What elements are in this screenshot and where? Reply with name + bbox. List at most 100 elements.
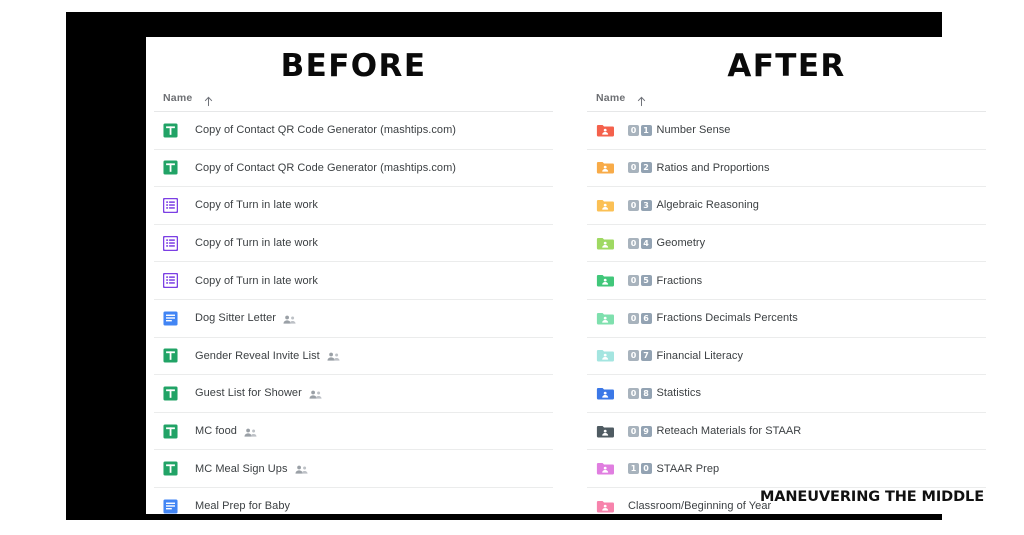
- google-sheets-icon: [163, 348, 178, 363]
- table-row[interactable]: Copy of Turn in late work: [154, 225, 553, 263]
- keycap-digit-icon: 2: [640, 162, 652, 174]
- file-name-label: Copy of Contact QR Code Generator (masht…: [195, 124, 457, 137]
- file-name-cell: Copy of Turn in late work: [195, 237, 318, 249]
- folder-name-cell: 0 3 Algebraic Reasoning: [628, 199, 759, 211]
- shared-people-icon: [283, 315, 296, 324]
- sort-ascending-arrow-icon[interactable]: [203, 94, 214, 106]
- table-row[interactable]: Copy of Contact QR Code Generator (masht…: [154, 150, 553, 188]
- shared-folder-icon: [596, 236, 614, 251]
- table-row[interactable]: 0 2 Ratios and Proportions: [587, 150, 986, 188]
- brand-watermark: MANEUVERING THE MIDDLE: [759, 489, 984, 505]
- table-row[interactable]: 0 6 Fractions Decimals Percents: [587, 300, 986, 338]
- file-name-label: MC food: [195, 425, 237, 438]
- shared-folder-icon: [596, 160, 614, 175]
- shared-folder-icon: [596, 499, 614, 514]
- google-sheets-icon: [163, 160, 178, 175]
- folder-name-cell: Classroom/Beginning of Year: [628, 500, 771, 512]
- table-row[interactable]: Dog Sitter Letter: [154, 300, 553, 338]
- before-title: BEFORE: [280, 48, 427, 84]
- table-row[interactable]: Meal Prep for Baby: [154, 488, 553, 514]
- keycap-digit-icon: 0: [628, 162, 639, 174]
- folder-number-badges: 06: [628, 312, 652, 324]
- folder-number-badges: 03: [628, 199, 652, 211]
- file-name-cell: Copy of Contact QR Code Generator (masht…: [195, 162, 456, 174]
- file-name-cell: Gender Reveal Invite List: [195, 350, 340, 362]
- folder-name-label: Number Sense: [656, 124, 731, 137]
- folder-number-badges: 05: [628, 275, 652, 287]
- folder-name-cell: 0 1 Number Sense: [628, 124, 730, 136]
- table-row[interactable]: Copy of Contact QR Code Generator (masht…: [154, 112, 553, 150]
- table-row[interactable]: Gender Reveal Invite List: [154, 338, 553, 376]
- folder-number-badges: 07: [628, 350, 652, 362]
- shared-people-icon: [244, 428, 257, 437]
- comparison-columns: BEFORE Name Copy of Contact QR Code Gene…: [146, 37, 994, 514]
- google-forms-icon: [163, 235, 178, 251]
- keycap-digit-icon: 0: [628, 350, 639, 362]
- folder-name-cell: 0 7 Financial Literacy: [628, 350, 743, 362]
- table-row[interactable]: 0 8 Statistics: [587, 375, 986, 413]
- keycap-digit-icon: 6: [640, 312, 652, 324]
- after-name-column-label: Name: [596, 92, 626, 104]
- folder-number-badges: 04: [628, 237, 652, 249]
- file-name-label: Copy of Turn in late work: [195, 274, 318, 287]
- folder-name-label: Classroom/Beginning of Year: [628, 500, 772, 513]
- black-picture-frame: BEFORE Name Copy of Contact QR Code Gene…: [66, 12, 994, 520]
- folder-number-badges: 08: [628, 387, 652, 399]
- table-row[interactable]: 0 5 Fractions: [587, 262, 986, 300]
- table-row[interactable]: 0 7 Financial Literacy: [587, 338, 986, 376]
- shared-folder-icon: [596, 461, 614, 476]
- folder-name-label: STAAR Prep: [656, 462, 720, 475]
- file-name-label: Meal Prep for Baby: [195, 500, 291, 513]
- keycap-digit-icon: 7: [640, 350, 652, 362]
- table-row[interactable]: 0 4 Geometry: [587, 225, 986, 263]
- folder-name-label: Financial Literacy: [656, 349, 743, 362]
- table-row[interactable]: 1 0 STAAR Prep: [587, 450, 986, 488]
- table-row[interactable]: Copy of Turn in late work: [154, 262, 553, 300]
- folder-name-cell: 0 5 Fractions: [628, 275, 702, 287]
- table-row[interactable]: Guest List for Shower: [154, 375, 553, 413]
- folder-name-cell: 0 8 Statistics: [628, 387, 701, 399]
- folder-number-badges: 10: [628, 463, 652, 475]
- keycap-digit-icon: 9: [640, 425, 652, 437]
- folder-name-label: Fractions Decimals Percents: [656, 312, 798, 325]
- after-title: AFTER: [727, 48, 846, 84]
- keycap-digit-icon: 8: [640, 387, 652, 399]
- keycap-digit-icon: 0: [628, 425, 639, 437]
- sort-ascending-arrow-icon[interactable]: [636, 94, 647, 106]
- folder-name-label: Geometry: [656, 237, 706, 250]
- keycap-digit-icon: 0: [640, 463, 652, 475]
- file-name-cell: Copy of Contact QR Code Generator (masht…: [195, 124, 456, 136]
- table-row[interactable]: MC Meal Sign Ups: [154, 450, 553, 488]
- folder-name-label: Statistics: [656, 387, 702, 400]
- before-file-list: Copy of Contact QR Code Generator (masht…: [154, 111, 553, 514]
- keycap-digit-icon: 5: [640, 275, 652, 287]
- google-sheets-icon: [163, 386, 178, 401]
- google-sheets-icon: [163, 424, 178, 439]
- file-name-label: Copy of Turn in late work: [195, 199, 318, 212]
- keycap-digit-icon: 0: [628, 387, 639, 399]
- google-forms-icon: [163, 273, 178, 289]
- folder-name-cell: 0 4 Geometry: [628, 237, 705, 249]
- table-row[interactable]: 0 3 Algebraic Reasoning: [587, 187, 986, 225]
- file-name-label: Guest List for Shower: [195, 387, 302, 400]
- file-name-cell: Copy of Turn in late work: [195, 275, 318, 287]
- table-row[interactable]: MC food: [154, 413, 553, 451]
- shared-people-icon: [327, 352, 340, 361]
- file-name-cell: MC food: [195, 425, 257, 437]
- folder-name-cell: 1 0 STAAR Prep: [628, 463, 719, 475]
- file-name-cell: MC Meal Sign Ups: [195, 463, 308, 475]
- folder-name-label: Fractions: [656, 274, 703, 287]
- folder-number-badges: 02: [628, 162, 652, 174]
- folder-name-cell: 0 9 Reteach Materials for STAAR: [628, 425, 801, 437]
- table-row[interactable]: 0 9 Reteach Materials for STAAR: [587, 413, 986, 451]
- shared-folder-icon: [596, 424, 614, 439]
- shared-folder-icon: [596, 123, 614, 138]
- file-name-cell: Copy of Turn in late work: [195, 199, 318, 211]
- file-name-cell: Meal Prep for Baby: [195, 500, 290, 512]
- table-row[interactable]: Copy of Turn in late work: [154, 187, 553, 225]
- after-folder-list: 0 1 Number Sense 0 2 Ratios and Proportions 0 3…: [587, 111, 986, 514]
- shared-folder-icon: [596, 311, 614, 326]
- folder-number-badges: 01: [628, 124, 652, 136]
- table-row[interactable]: 0 1 Number Sense: [587, 112, 986, 150]
- frame-content-area: BEFORE Name Copy of Contact QR Code Gene…: [146, 37, 994, 514]
